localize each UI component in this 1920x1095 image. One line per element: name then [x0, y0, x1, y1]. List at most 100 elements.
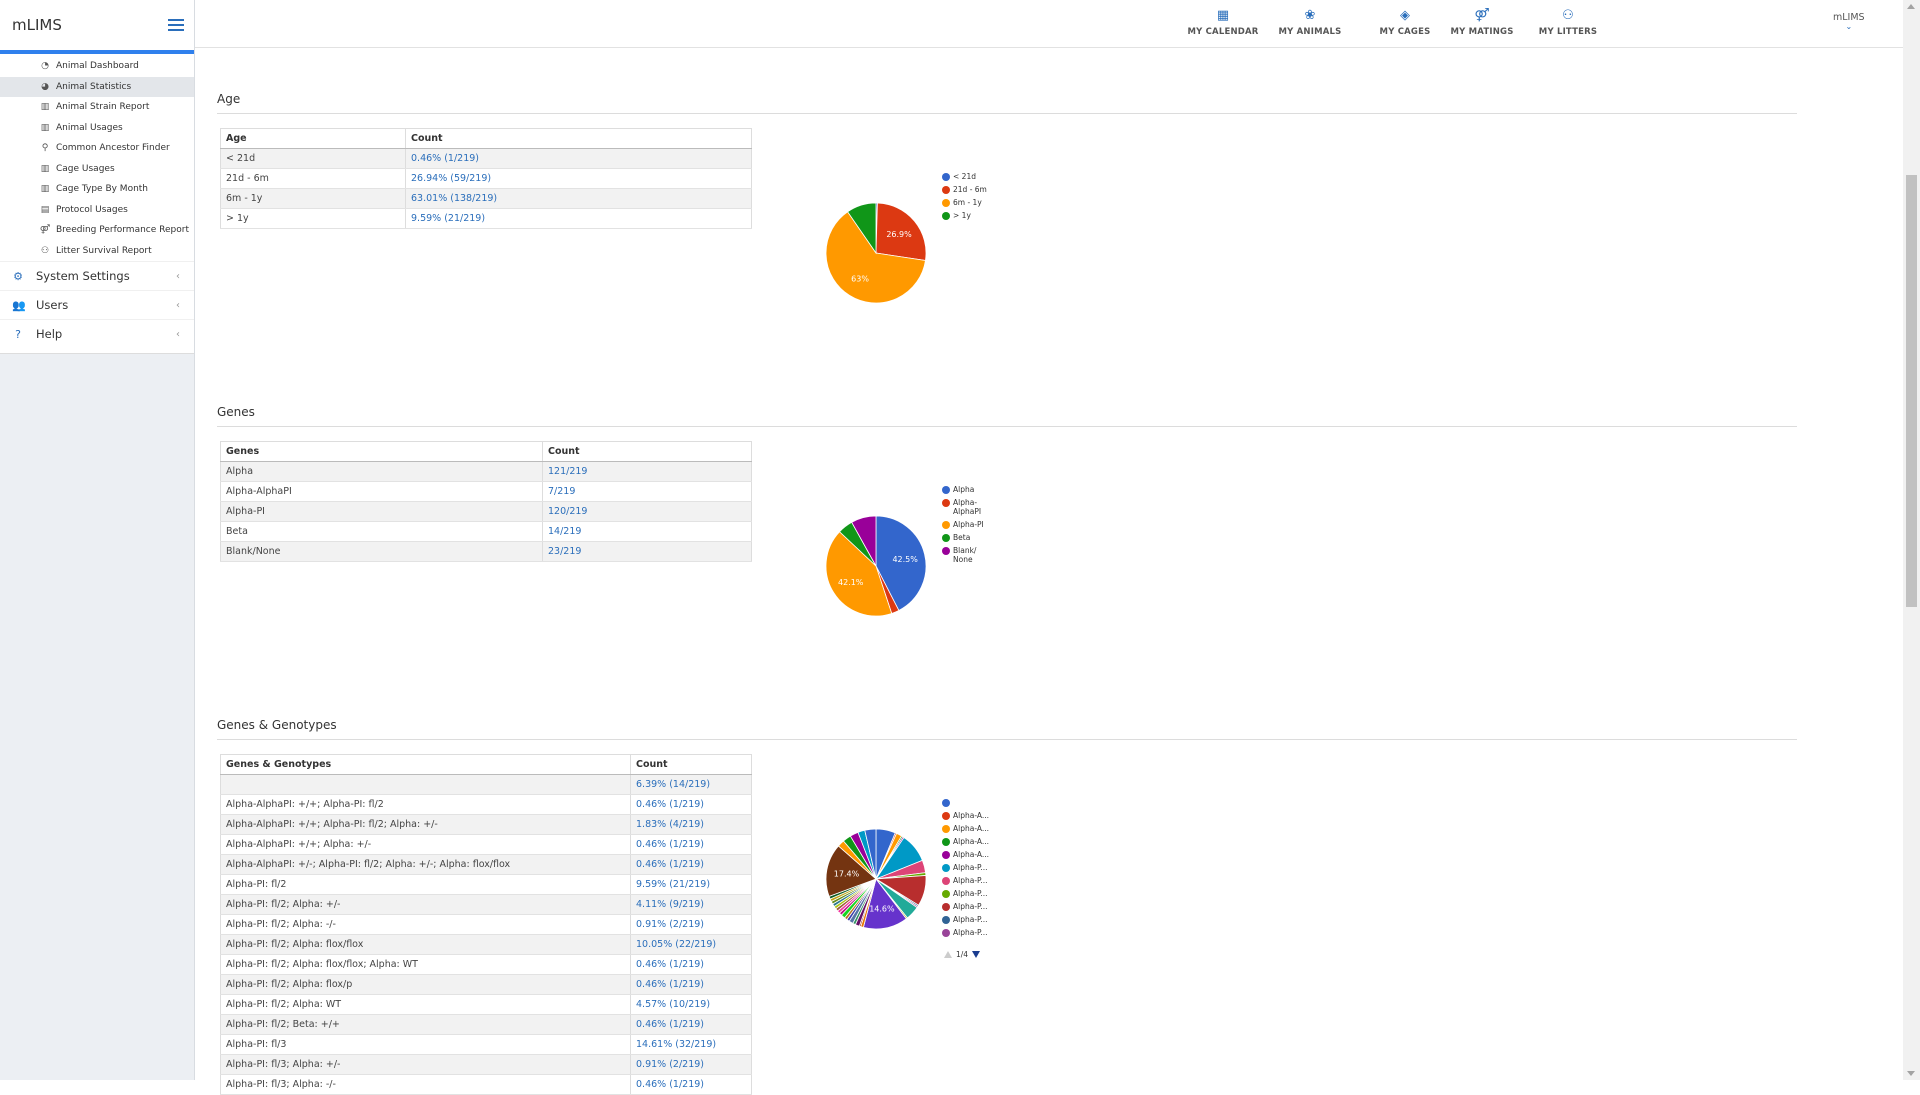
sidebar-section-system-settings[interactable]: ⚙ System Settings ‹: [0, 261, 194, 290]
legend-item[interactable]: Alpha-A...: [942, 850, 989, 859]
row-label: Alpha-AlphaPI: +/+; Alpha-PI: fl/2; Alph…: [220, 814, 631, 835]
legend-swatch: [942, 916, 950, 924]
count-link[interactable]: 26.94% (59/219): [411, 173, 491, 184]
count-link[interactable]: 9.59% (21/219): [636, 879, 710, 890]
row-label: Alpha-PI: fl/2; Alpha: WT: [220, 994, 631, 1015]
count-link[interactable]: 0.91% (2/219): [636, 919, 704, 930]
sidebar-item-report[interactable]: ▥ Animal Usages: [0, 118, 194, 139]
sidebar-item-report[interactable]: ▥ Cage Usages: [0, 159, 194, 180]
legend-item[interactable]: Alpha- AlphaPI: [942, 498, 984, 516]
chevron-left-icon: ‹: [176, 299, 180, 311]
legend-next-icon[interactable]: [972, 951, 981, 958]
count-link[interactable]: 121/219: [548, 466, 587, 477]
scroll-down-icon[interactable]: [1907, 1071, 1915, 1076]
legend-item[interactable]: Blank/None: [942, 546, 984, 564]
count-link[interactable]: 23/219: [548, 546, 581, 557]
legend-label: Alpha-P...: [953, 902, 988, 911]
row-count-cell: 63.01% (138/219): [405, 188, 752, 209]
sidebar-item-report[interactable]: ⚲ Common Ancestor Finder: [0, 138, 194, 159]
sidebar-item-report[interactable]: ⚤ Breeding Performance Report: [0, 220, 194, 241]
sidebar-item-report[interactable]: ◕ Animal Statistics: [0, 76, 194, 97]
legend-item[interactable]: Alpha-A...: [942, 837, 989, 846]
legend-item[interactable]: < 21d: [942, 172, 987, 181]
legend-item[interactable]: Alpha-P...: [942, 863, 989, 872]
row-count-cell: 0.46% (1/219): [630, 794, 752, 815]
row-label: [220, 774, 631, 795]
menu-toggle-icon[interactable]: [168, 19, 184, 31]
nav-my-litters[interactable]: ⚇ MY LITTERS: [1530, 8, 1606, 37]
table-row: > 1y 9.59% (21/219): [220, 208, 752, 229]
legend-item[interactable]: > 1y: [942, 211, 987, 220]
legend-item[interactable]: Alpha-P...: [942, 928, 989, 937]
bar-chart-icon: ▥: [40, 184, 50, 195]
legend-item[interactable]: 21d - 6m: [942, 185, 987, 194]
sidebar-section-users[interactable]: 👥 Users ‹: [0, 290, 194, 319]
count-link[interactable]: 0.46% (1/219): [636, 1019, 704, 1030]
count-link[interactable]: 1.83% (4/219): [636, 819, 704, 830]
sidebar-item-report[interactable]: ⚇ Litter Survival Report: [0, 241, 194, 262]
age-section: Age Age Count < 21d 0.46% (1/219) 21d - 6m…: [217, 92, 1797, 382]
sidebar-item-report[interactable]: ▥ Animal Strain Report: [0, 97, 194, 118]
legend-item[interactable]: [942, 798, 989, 807]
count-link[interactable]: 0.46% (1/219): [636, 839, 704, 850]
legend-label-line: Blank/: [953, 546, 977, 555]
count-link[interactable]: 14/219: [548, 526, 581, 537]
legend-label: Alpha-P...: [953, 863, 988, 872]
paw-icon: ❀: [1304, 8, 1316, 23]
nav-my-cages[interactable]: ◈ MY CAGES: [1367, 8, 1443, 37]
row-label: 21d - 6m: [220, 168, 406, 189]
row-count-cell: 9.59% (21/219): [405, 208, 752, 229]
mating-icon: ⚤: [39, 225, 51, 236]
legend-item[interactable]: Alpha-PI: [942, 520, 984, 529]
count-link[interactable]: 120/219: [548, 506, 587, 517]
nav-my-animals[interactable]: ❀ MY ANIMALS: [1272, 8, 1348, 37]
dashboard-icon: ◔: [41, 61, 49, 72]
count-link[interactable]: 4.11% (9/219): [636, 899, 704, 910]
nav-my-calendar[interactable]: ▦ MY CALENDAR: [1185, 8, 1261, 37]
count-link[interactable]: 0.91% (2/219): [636, 1059, 704, 1070]
scrollbar-thumb[interactable]: [1906, 175, 1917, 607]
count-link[interactable]: 0.46% (1/219): [636, 1079, 704, 1090]
legend-item[interactable]: Beta: [942, 533, 984, 542]
sidebar-section-help[interactable]: ? Help ‹: [0, 319, 194, 348]
legend-item[interactable]: 6m - 1y: [942, 198, 987, 207]
row-count-cell: 120/219: [542, 501, 752, 522]
legend-item[interactable]: Alpha-A...: [942, 824, 989, 833]
scroll-up-icon[interactable]: [1907, 4, 1915, 9]
brand-logo[interactable]: mLIMS: [12, 16, 62, 34]
count-link[interactable]: 0.46% (1/219): [411, 153, 479, 164]
count-link[interactable]: 0.46% (1/219): [636, 979, 704, 990]
legend-prev-icon[interactable]: [944, 951, 952, 958]
count-link[interactable]: 63.01% (138/219): [411, 193, 497, 204]
legend-item[interactable]: Alpha-P...: [942, 889, 989, 898]
sidebar-item-report[interactable]: ▥ Cage Type By Month: [0, 179, 194, 200]
count-link[interactable]: 7/219: [548, 486, 575, 497]
row-label: Alpha-PI: fl/2; Alpha: -/-: [220, 914, 631, 935]
legend-item[interactable]: Alpha-P...: [942, 902, 989, 911]
age-pie-chart: 26.9% 63%: [825, 202, 927, 304]
count-link[interactable]: 0.46% (1/219): [636, 859, 704, 870]
table-row: Alpha 121/219: [220, 461, 752, 482]
page-scrollbar[interactable]: [1903, 0, 1920, 1080]
user-menu[interactable]: mLIMS ⌄: [1833, 12, 1865, 31]
count-link[interactable]: 4.57% (10/219): [636, 999, 710, 1010]
count-link[interactable]: 0.46% (1/219): [636, 959, 704, 970]
legend-item[interactable]: Alpha-P...: [942, 915, 989, 924]
table-row: 6m - 1y 63.01% (138/219): [220, 188, 752, 209]
sidebar-item-report[interactable]: ▤ Protocol Usages: [0, 200, 194, 221]
legend-item[interactable]: Alpha-P...: [942, 876, 989, 885]
count-link[interactable]: 6.39% (14/219): [636, 779, 710, 790]
nav-my-matings[interactable]: ⚤ MY MATINGS: [1444, 8, 1520, 37]
count-link[interactable]: 9.59% (21/219): [411, 213, 485, 224]
count-link[interactable]: 14.61% (32/219): [636, 1039, 716, 1050]
count-link[interactable]: 0.46% (1/219): [636, 799, 704, 810]
table-row: Alpha-AlphaPI: +/+; Alpha-PI: fl/2; Alph…: [220, 814, 752, 835]
legend-item[interactable]: Alpha-A...: [942, 811, 989, 820]
genes-table: Genes Count Alpha 121/219 Alpha-AlphaPI 7/2…: [220, 441, 752, 562]
row-count-cell: 14/219: [542, 521, 752, 542]
chevron-down-icon: ⌄: [1845, 22, 1853, 31]
count-link[interactable]: 10.05% (22/219): [636, 939, 716, 950]
legend-item[interactable]: Alpha: [942, 485, 984, 494]
sidebar-item-report[interactable]: ◔ Animal Dashboard: [0, 56, 194, 77]
chevron-left-icon: ‹: [176, 270, 180, 282]
